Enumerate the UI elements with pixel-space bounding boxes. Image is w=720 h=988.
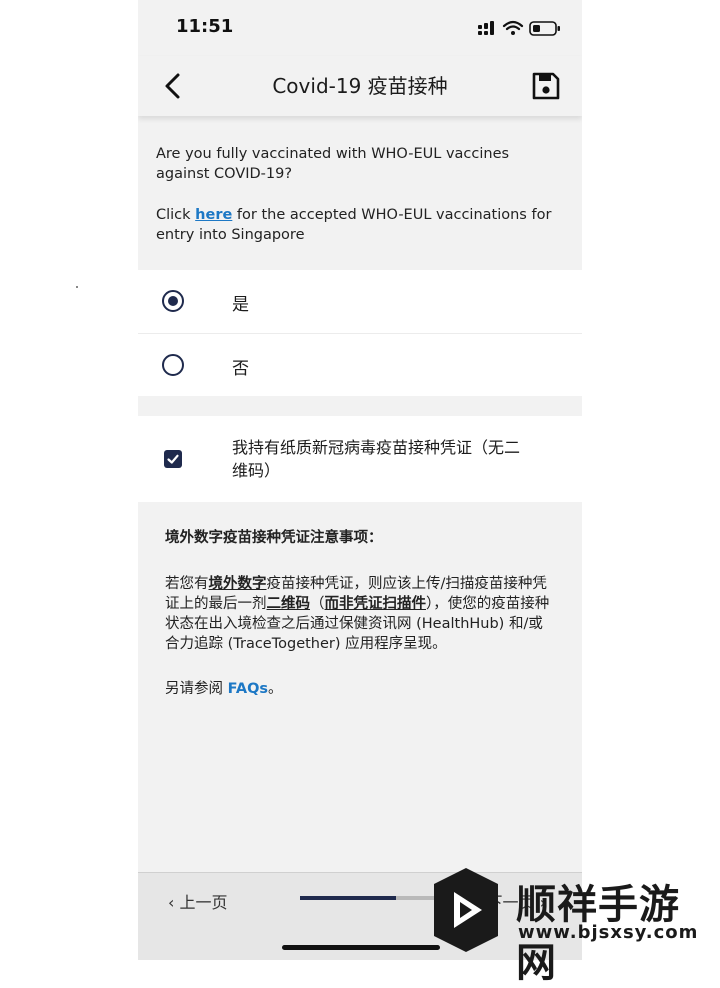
radio-unselected-icon[interactable] — [162, 354, 184, 376]
notice-title: 境外数字疫苗接种凭证注意事项： — [165, 530, 383, 546]
signal-icon — [478, 21, 494, 35]
notice-body: 若您有境外数字疫苗接种凭证，则应该上传/扫描疫苗接种凭证上的最后一剂二维码（而非… — [165, 574, 558, 654]
checkbox-label: 我持有纸质新冠病毒疫苗接种凭证（无二维码） — [232, 438, 521, 480]
option-label: 否 — [232, 359, 249, 379]
status-bar: 11:51 — [138, 0, 582, 56]
stray-dot — [76, 286, 78, 288]
progress-fill — [300, 896, 396, 900]
watermark-url: www.bjsxsy.com — [518, 922, 699, 943]
vaccinated-options: 是 否 — [138, 270, 582, 396]
status-time: 11:51 — [176, 16, 234, 37]
option-label: 是 — [232, 295, 249, 315]
radio-selected-icon[interactable] — [162, 290, 184, 312]
play-logo-icon — [434, 868, 498, 952]
vaccination-question: Are you fully vaccinated with WHO-EUL va… — [156, 146, 510, 182]
notice-text: （ — [310, 596, 325, 612]
digital-certificate-notice: 境外数字疫苗接种凭证注意事项： 若您有境外数字疫苗接种凭证，则应该上传/扫描疫苗… — [138, 502, 582, 872]
previous-page-button[interactable]: ‹ 上一页 — [168, 889, 228, 913]
accepted-vaccines-text: Click here for the accepted WHO-EUL vacc… — [156, 205, 564, 245]
option-no[interactable]: 否 — [138, 333, 582, 396]
faqs-link[interactable]: FAQs — [228, 681, 268, 697]
option-yes[interactable]: 是 — [138, 270, 582, 333]
notice-text: 若您有 — [165, 576, 209, 592]
save-button[interactable] — [528, 68, 564, 104]
back-button[interactable] — [156, 68, 192, 104]
chevron-left-icon — [165, 73, 180, 99]
phone-screen: 11:51 Covid-19 疫苗接种 Are you fully vaccin… — [138, 0, 582, 960]
watermark: 顺祥手游网 www.bjsxsy.com — [424, 866, 714, 986]
link-prefix: Click — [156, 207, 196, 223]
paper-certificate-option[interactable]: 我持有纸质新冠病毒疫苗接种凭证（无二维码） — [138, 416, 582, 502]
here-link[interactable]: here — [195, 207, 232, 223]
home-indicator — [282, 945, 440, 950]
see-also-period: 。 — [268, 681, 283, 697]
notice-emphasis: 境外数字 — [208, 576, 267, 592]
see-also-label: 另请参阅 — [165, 681, 228, 697]
wifi-icon — [502, 20, 524, 31]
see-also-text: 另请参阅 FAQs。 — [165, 679, 558, 699]
checkbox-checked-icon[interactable] — [164, 450, 182, 468]
page-title: Covid-19 疫苗接种 — [272, 74, 448, 98]
notice-emphasis: 二维码 — [266, 596, 311, 612]
notice-emphasis: 而非凭证扫描件 — [324, 596, 427, 612]
chevron-left-small-icon: ‹ — [168, 893, 180, 912]
intro-section: Are you fully vaccinated with WHO-EUL va… — [138, 118, 582, 268]
previous-page-label: 上一页 — [179, 893, 228, 912]
status-icons — [478, 18, 562, 38]
battery-icon — [529, 21, 560, 36]
navigation-bar: Covid-19 疫苗接种 — [138, 56, 582, 116]
save-icon — [532, 72, 560, 100]
